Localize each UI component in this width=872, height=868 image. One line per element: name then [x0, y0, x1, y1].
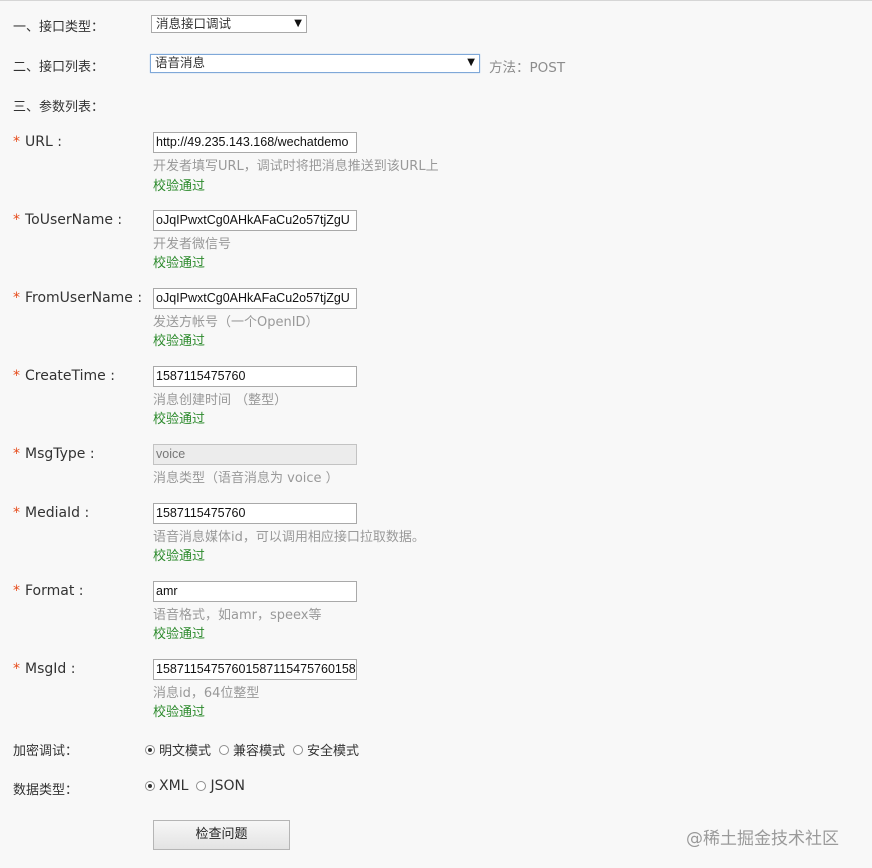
param-label-url: * URL :: [13, 134, 62, 150]
required-star: *: [13, 134, 20, 150]
interface-type-value: 消息接口调试: [156, 16, 232, 31]
encrypt-label: 加密调试：: [13, 744, 79, 759]
mediaid-input[interactable]: 1587115475760: [153, 503, 357, 524]
required-star: *: [13, 505, 20, 521]
datatype-label: 数据类型：: [13, 783, 79, 798]
encrypt-option-plain[interactable]: 明文模式: [145, 740, 211, 759]
dropdown-arrow-icon: ▼: [294, 18, 302, 29]
format-input[interactable]: amr: [153, 581, 357, 602]
required-star: *: [13, 661, 20, 677]
createtime-hint: 消息创建时间 （整型）: [153, 393, 288, 408]
interface-type-select[interactable]: 消息接口调试 ▼: [151, 15, 307, 33]
param-label-tousername: * ToUserName :: [13, 212, 123, 228]
param-label-msgid: * MsgId :: [13, 661, 76, 677]
interface-list-select[interactable]: 语音消息 ▼: [150, 54, 480, 73]
param-label-msgtype: * MsgType :: [13, 446, 95, 462]
msgid-input[interactable]: 15871154757601587115475760158: [153, 659, 357, 680]
tousername-hint: 开发者微信号: [153, 237, 232, 252]
param-label-fromusername: * FromUserName :: [13, 290, 143, 306]
radio-icon[interactable]: [196, 781, 207, 791]
mediaid-status: 校验通过: [153, 549, 206, 564]
msgid-status: 校验通过: [153, 705, 206, 720]
datatype-option-xml[interactable]: XML: [145, 778, 188, 794]
interface-list-label: 二、接口列表：: [13, 60, 105, 75]
url-input[interactable]: http://49.235.143.168/wechatdemo: [153, 132, 357, 153]
url-status: 校验通过: [153, 179, 206, 194]
interface-list-value: 语音消息: [155, 55, 206, 70]
required-star: *: [13, 446, 20, 462]
msgtype-hint: 消息类型（语音消息为 voice ）: [153, 471, 339, 486]
param-list-label: 三、参数列表：: [13, 100, 105, 115]
fromusername-input[interactable]: oJqIPwxtCg0AHkAFaCu2o57tjZgU: [153, 288, 357, 309]
datatype-option-json[interactable]: JSON: [196, 778, 245, 794]
param-label-mediaid: * MediaId :: [13, 505, 90, 521]
param-label-format: * Format :: [13, 583, 84, 599]
required-star: *: [13, 368, 20, 384]
msgid-hint: 消息id，64位整型: [153, 686, 260, 701]
interface-type-label: 一、接口类型：: [13, 20, 105, 35]
url-hint: 开发者填写URL，调试时将把消息推送到该URL上: [153, 159, 439, 174]
mediaid-hint: 语音消息媒体id，可以调用相应接口拉取数据。: [153, 530, 425, 545]
createtime-input[interactable]: 1587115475760: [153, 366, 357, 387]
fromusername-hint: 发送方帐号（一个OpenID）: [153, 315, 319, 330]
fromusername-status: 校验通过: [153, 334, 206, 349]
param-label-createtime: * CreateTime :: [13, 368, 115, 384]
encrypt-radio-group: 明文模式 兼容模式 安全模式: [145, 740, 367, 759]
tousername-input[interactable]: oJqIPwxtCg0AHkAFaCu2o57tjZgU: [153, 210, 357, 231]
radio-icon[interactable]: [293, 744, 304, 755]
datatype-radio-group: XML JSON: [145, 778, 253, 794]
required-star: *: [13, 290, 20, 306]
radio-checked-icon[interactable]: [145, 781, 155, 791]
encrypt-option-compatible[interactable]: 兼容模式: [219, 740, 285, 759]
format-hint: 语音格式，如amr，speex等: [153, 608, 322, 623]
encrypt-option-secure[interactable]: 安全模式: [293, 740, 359, 759]
radio-checked-icon[interactable]: [145, 744, 155, 755]
dropdown-arrow-icon: ▼: [467, 57, 475, 68]
tousername-status: 校验通过: [153, 256, 206, 271]
createtime-status: 校验通过: [153, 412, 206, 427]
method-text: 方法：POST: [489, 60, 566, 76]
required-star: *: [13, 583, 20, 599]
msgtype-input: voice: [153, 444, 357, 465]
watermark-text: @稀土掘金技术社区: [686, 829, 839, 849]
check-problem-button[interactable]: 检查问题: [153, 820, 290, 850]
radio-icon[interactable]: [219, 744, 230, 755]
required-star: *: [13, 212, 20, 228]
format-status: 校验通过: [153, 627, 206, 642]
